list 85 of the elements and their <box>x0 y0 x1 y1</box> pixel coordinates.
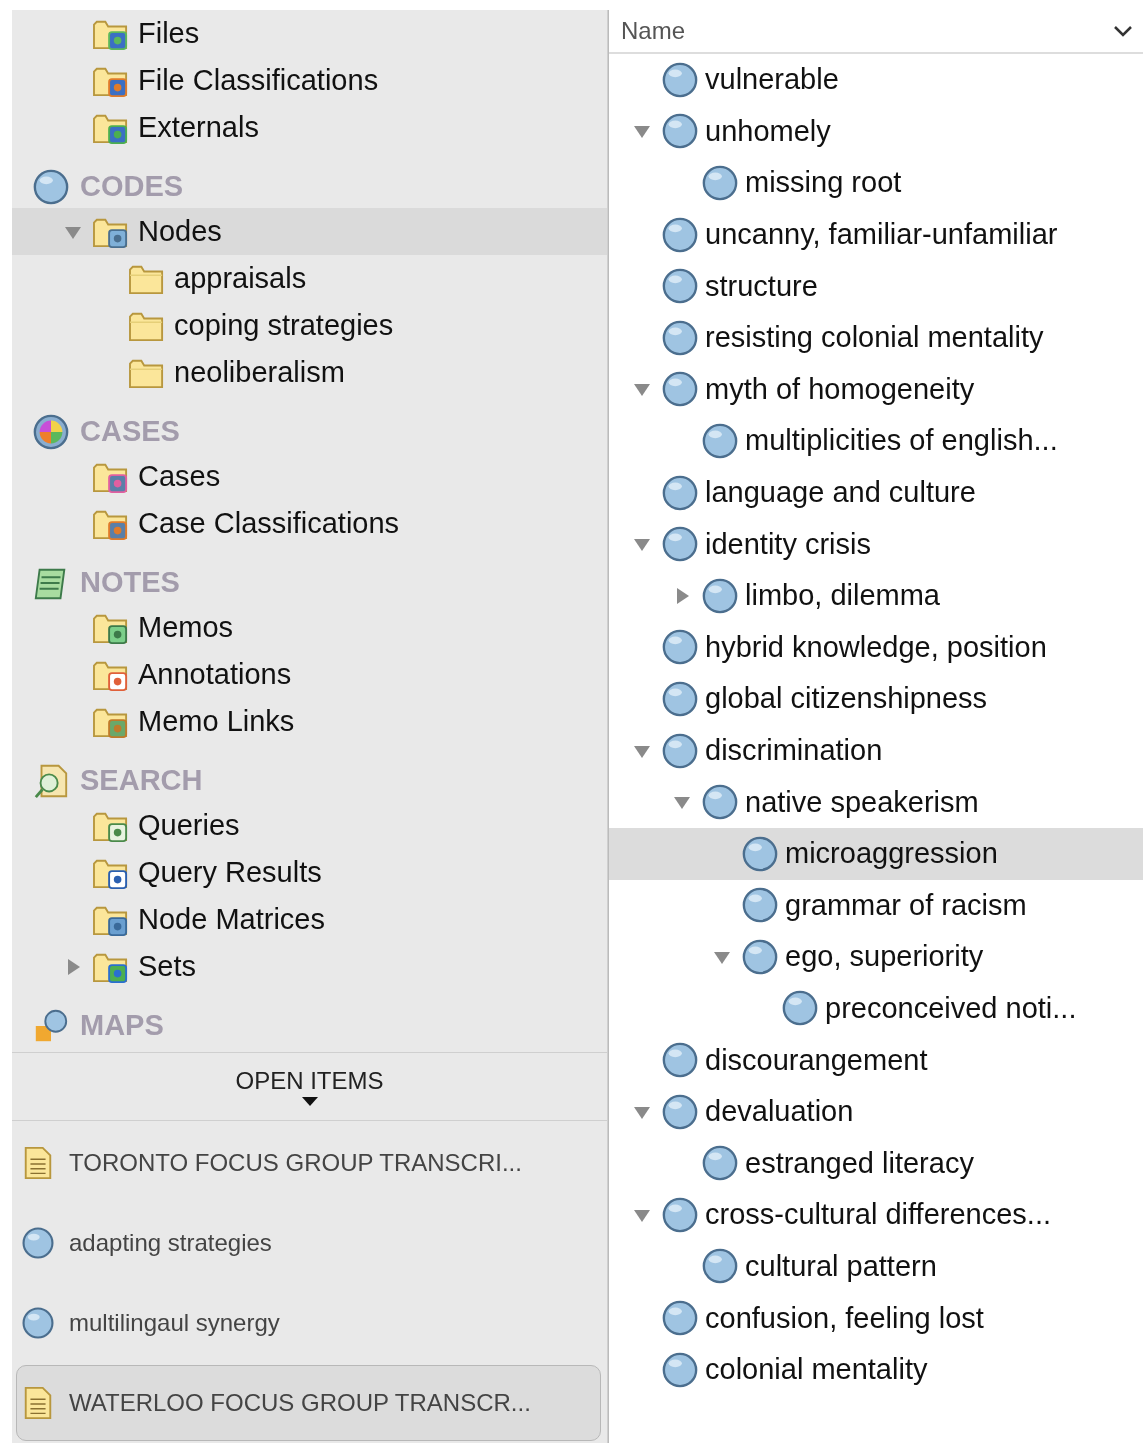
tree-row[interactable]: multiplicities of english... <box>609 415 1143 467</box>
tree-row[interactable]: discrimination <box>609 724 1143 777</box>
section-heading: MAPS <box>80 1009 164 1042</box>
tree-row[interactable]: colonial mentality <box>609 1343 1143 1396</box>
code-icon <box>661 318 699 357</box>
code-icon <box>701 164 739 202</box>
code-icon <box>21 1306 55 1340</box>
section-heading: SEARCH <box>80 764 203 797</box>
navigation-item[interactable]: Queries <box>12 802 607 849</box>
tree-row[interactable]: preconceived noti... <box>609 982 1143 1035</box>
tree-row[interactable]: resisting colonial mentality <box>609 311 1143 364</box>
code-icon <box>701 576 739 615</box>
navigation-item[interactable]: Cases <box>12 453 607 500</box>
tree-row[interactable]: ego, superiority <box>609 931 1143 983</box>
open-item[interactable]: adapting strategies <box>16 1205 601 1281</box>
navigation-item[interactable]: File Classifications <box>12 57 607 104</box>
navigation-item[interactable]: Memos <box>12 604 607 651</box>
code-icon <box>661 679 699 718</box>
open-item[interactable]: TORONTO FOCUS GROUP TRANSCRI... <box>16 1125 601 1201</box>
code-icon <box>661 628 699 667</box>
cases-icon <box>32 412 70 451</box>
code-icon <box>661 473 699 512</box>
code-icon <box>661 1350 699 1389</box>
navigation-item[interactable]: Nodes <box>12 208 607 255</box>
code-icon <box>701 1144 739 1183</box>
open-items-toggle[interactable]: OPEN ITEMS <box>235 1066 384 1095</box>
code-icon <box>661 731 699 770</box>
navigation-item[interactable]: Files <box>12 10 607 57</box>
tree-row[interactable]: devaluation <box>609 1085 1143 1138</box>
code-icon <box>21 1226 55 1260</box>
tree-row[interactable]: cross-cultural differences... <box>609 1189 1143 1241</box>
tree-row[interactable]: language and culture <box>609 466 1143 519</box>
code-icon <box>741 937 779 976</box>
tree-row[interactable]: vulnerable <box>609 54 1143 106</box>
code-icon <box>701 1247 739 1286</box>
navigation-item[interactable]: Query Results <box>12 849 607 896</box>
code-icon <box>661 1195 699 1234</box>
tree-row[interactable]: identity crisis <box>609 518 1143 570</box>
code-icon <box>661 112 699 151</box>
tree-row[interactable]: uncanny, familiar-unfamiliar <box>609 208 1143 261</box>
open-item[interactable]: WATERLOO FOCUS GROUP TRANSCR... <box>16 1365 601 1441</box>
chevron-icon[interactable] <box>1113 25 1133 37</box>
caret-icon[interactable] <box>301 1096 318 1107</box>
code-icon <box>741 886 779 925</box>
code-icon <box>661 60 699 99</box>
code-icon <box>661 370 699 409</box>
navigation-item[interactable]: Annotations <box>12 651 607 698</box>
navigation-item[interactable]: Externals <box>12 104 607 151</box>
open-item[interactable]: multilingaul synergy <box>16 1285 601 1361</box>
code-icon <box>661 525 699 564</box>
tree-row[interactable]: structure <box>609 260 1143 312</box>
code-icon <box>661 267 699 306</box>
code-icon <box>661 1092 699 1131</box>
tree-row[interactable]: native speakerism <box>609 776 1143 828</box>
navigation-item[interactable]: coping strategies <box>12 302 607 349</box>
code-icon <box>661 1299 699 1338</box>
tree-row[interactable]: microaggression <box>609 827 1143 880</box>
code-icon <box>701 421 739 460</box>
navigation-item[interactable]: Node Matrices <box>12 896 607 943</box>
tree-row[interactable]: confusion, feeling lost <box>609 1292 1143 1344</box>
code-icon <box>781 989 819 1028</box>
navigation-item[interactable]: neoliberalism <box>12 349 607 396</box>
navigation-item[interactable]: appraisals <box>12 255 607 302</box>
tree-row[interactable]: discourangement <box>609 1034 1143 1086</box>
section-heading: NOTES <box>80 566 180 599</box>
navigation-item[interactable]: Memo Links <box>12 698 607 745</box>
column-header[interactable]: Name <box>621 17 686 45</box>
section-heading: CODES <box>80 170 184 203</box>
code-icon <box>661 215 699 254</box>
section-heading: CASES <box>80 415 180 448</box>
navigation-item[interactable]: Case Classifications <box>12 500 607 547</box>
code-icon <box>701 783 739 822</box>
code-icon <box>741 834 779 873</box>
tree-row[interactable]: hybrid knowledge, position <box>609 621 1143 674</box>
tree-row[interactable]: grammar of racism <box>609 879 1143 932</box>
tree-row[interactable]: myth of homogeneity <box>609 363 1143 416</box>
tree-row[interactable]: missing root <box>609 157 1143 209</box>
tree-row[interactable]: estranged literacy <box>609 1137 1143 1190</box>
tree-row[interactable]: limbo, dilemma <box>609 569 1143 622</box>
navigation-item[interactable]: Sets <box>12 943 607 990</box>
tree-row[interactable]: cultural pattern <box>609 1240 1143 1293</box>
tree-row[interactable]: global citizenshipness <box>609 673 1143 725</box>
code-icon <box>32 167 70 206</box>
tree-row[interactable]: unhomely <box>609 105 1143 158</box>
code-icon <box>661 1041 699 1080</box>
